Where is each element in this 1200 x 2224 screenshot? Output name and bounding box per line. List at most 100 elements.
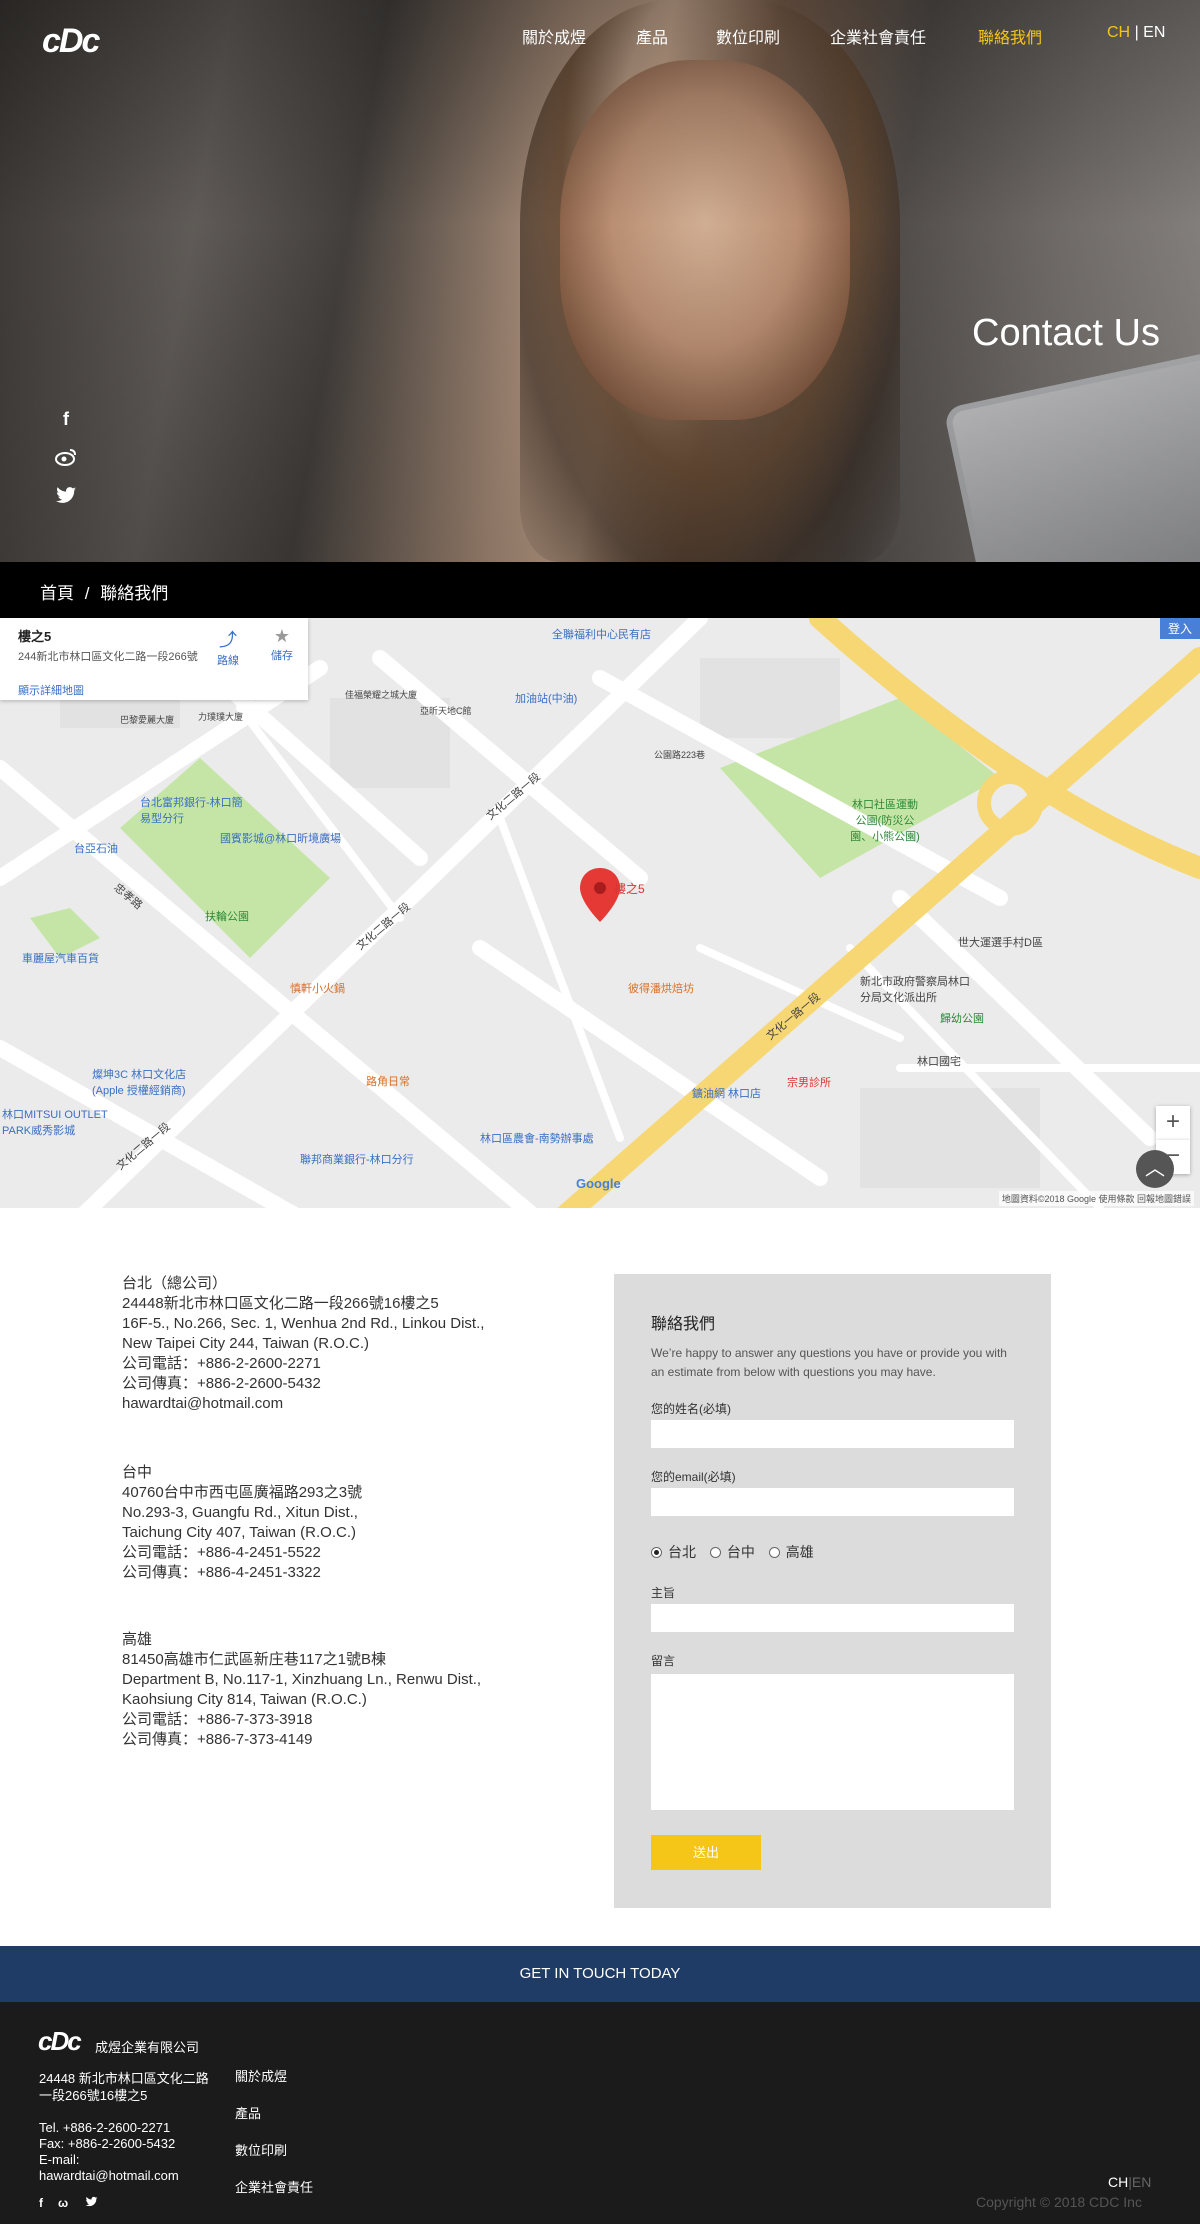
name-field[interactable] — [651, 1420, 1014, 1448]
page-title: Contact Us — [972, 312, 1160, 354]
office-taichung: 台中 40760台中市西屯區廣福路293之3號 No.293-3, Guangf… — [122, 1463, 362, 1583]
radio-option-taichung[interactable]: 台中 — [709, 1544, 755, 1560]
radio-option-taipei[interactable]: 台北 — [651, 1544, 696, 1560]
map-label: 彼得潘烘焙坊 — [628, 983, 694, 995]
directions-icon: ⤴ — [219, 630, 237, 650]
map-label: 林口區農會-南勢辦事處 — [480, 1133, 594, 1145]
submit-button[interactable]: 送出 — [651, 1835, 761, 1870]
radio-button[interactable] — [768, 1547, 780, 1558]
lang-ch[interactable]: CH — [1107, 24, 1130, 41]
map-place-title: 樓之5 — [18, 629, 52, 644]
weibo-icon[interactable]: ω — [58, 2196, 68, 2210]
map-larger-link[interactable]: 顯示詳細地圖 — [18, 682, 290, 698]
office-fax: 公司傳真：+886-2-2600-5432 — [122, 1375, 321, 1392]
map-login-button[interactable]: 登入 — [1159, 618, 1200, 639]
map-label: 國賓影城@林口昕境廣場 — [220, 833, 342, 845]
twitter-icon[interactable] — [55, 486, 77, 508]
radio-label: 台北 — [668, 1544, 696, 1560]
map-zoom-in-button[interactable]: + — [1156, 1106, 1190, 1140]
map-label: 宗男診所 — [787, 1077, 831, 1089]
office-phone: 公司電話：+886-2-2600-2271 — [122, 1355, 321, 1372]
map-attribution[interactable]: 地圖資料©2018 Google 使用條款 回報地圖錯誤 — [998, 1191, 1194, 1206]
map-directions-button[interactable]: ⤴ 路線 — [208, 626, 248, 668]
contact-form: 聯絡我們 We’re happy to answer any questions… — [614, 1274, 1051, 1908]
footer-email[interactable]: hawardtai@hotmail.com — [39, 2168, 209, 2184]
footer-logo[interactable]: cDc — [38, 2026, 82, 2057]
map-label: 扶輪公園 — [205, 911, 249, 923]
footer-fax: Fax: +886-2-2600-5432 — [39, 2136, 176, 2151]
lang-separator: | — [1134, 24, 1139, 41]
map-label: 歸幼公園 — [940, 1013, 984, 1025]
office-kaohsiung: 高雄 81450高雄市仁武區新庄巷117之1號B棟 Department B, … — [122, 1630, 481, 1750]
map-label: 加油站(中油) — [515, 693, 578, 705]
office-taipei: 台北（總公司） 24448新北市林口區文化二路一段266號16樓之5 16F-5… — [122, 1274, 484, 1414]
footer-nav-about[interactable]: 關於成煜 — [235, 2066, 287, 2085]
office-radio-group: 台北 台中 高雄 — [651, 1542, 824, 1562]
office-phone: 公司電話：+886-4-2451-5522 — [122, 1544, 321, 1561]
radio-option-kaohsiung[interactable]: 高雄 — [768, 1544, 814, 1560]
office-line: Department B, No.117-1, Xinzhuang Ln., R… — [122, 1671, 482, 1688]
office-phone: 公司電話：+886-7-373-3918 — [122, 1711, 313, 1728]
office-line: 40760台中市西屯區廣福路293之3號 — [122, 1484, 363, 1501]
subject-label: 主旨 — [651, 1586, 676, 1600]
breadcrumb-home[interactable]: 首頁 — [40, 584, 74, 603]
nav-item-about[interactable]: 關於成煜 — [522, 24, 586, 48]
main-nav: 關於成煜 產品 數位印刷 企業社會責任 聯絡我們 — [0, 24, 1200, 48]
star-icon: ★ — [273, 626, 291, 646]
map-place-address: 244新北市林口區文化二路一段266號 — [18, 651, 198, 663]
footer-lang-ch[interactable]: CH — [1108, 2174, 1128, 2190]
footer-nav-csr[interactable]: 企業社會責任 — [235, 2177, 313, 2196]
map-label: 台亞石油 — [74, 843, 118, 855]
nav-item-products[interactable]: 產品 — [636, 24, 668, 48]
radio-button[interactable] — [651, 1547, 662, 1558]
map-label: 亞昕天地C館 — [420, 706, 472, 716]
office-fax: 公司傳真：+886-7-373-4149 — [122, 1731, 313, 1748]
office-line: New Taipei City 244, Taiwan (R.O.C.) — [122, 1335, 370, 1352]
subject-field[interactable] — [651, 1604, 1014, 1632]
language-switch: CH | EN — [1107, 24, 1165, 42]
radio-button[interactable] — [709, 1547, 721, 1558]
scroll-top-button[interactable]: ︿ — [1136, 1150, 1174, 1188]
form-title: 聯絡我們 — [651, 1316, 716, 1333]
map-label: 力璞璞大廈 — [198, 712, 244, 722]
map-label: 公園路223巷 — [654, 750, 706, 760]
email-label: 您的email(必填) — [651, 1470, 736, 1484]
map-label: 林口國宅 — [917, 1056, 961, 1068]
map-label: 鑛油網 林口店 — [692, 1088, 762, 1100]
map-label: 佳福榮耀之城大廈 — [345, 690, 418, 700]
weibo-icon[interactable] — [55, 448, 77, 470]
hero-banner — [0, 0, 1200, 562]
message-field[interactable] — [651, 1674, 1014, 1810]
copyright: Copyright © 2018 CDC Inc — [976, 2194, 1142, 2210]
map-save-label: 儲存 — [271, 650, 293, 662]
facebook-icon[interactable]: f — [55, 408, 77, 430]
map-label: 全聯福利中心民有店 — [552, 629, 651, 641]
map-save-button[interactable]: ★ 儲存 — [262, 626, 302, 663]
email-field[interactable] — [651, 1488, 1014, 1516]
office-name: 台中 — [122, 1464, 153, 1481]
office-line: 24448新北市林口區文化二路一段266號16樓之5 — [122, 1295, 439, 1312]
footer-address: 24448 新北市林口區文化二路一段266號16樓之5 — [39, 2071, 209, 2103]
footer-lang-en[interactable]: EN — [1132, 2174, 1151, 2190]
get-in-touch-banner[interactable]: GET IN TOUCH TODAY — [0, 1946, 1200, 2002]
footer-nav-products[interactable]: 產品 — [235, 2103, 261, 2122]
nav-item-digital-printing[interactable]: 數位印刷 — [716, 24, 780, 48]
map-directions-label: 路線 — [217, 655, 239, 667]
nav-item-csr[interactable]: 企業社會責任 — [830, 24, 926, 48]
google-map[interactable]: 全聯福利中心民有店 林口社區運動公園(防災公園、小熊公園) 扶輪公園 國賓影城@… — [0, 618, 1200, 1208]
chevron-up-icon: ︿ — [1145, 1158, 1165, 1180]
office-email[interactable]: hawardtai@hotmail.com — [122, 1394, 484, 1414]
facebook-icon[interactable]: f — [39, 2196, 43, 2210]
map-label: 台北富邦銀行-林口簡易型分行 — [140, 797, 243, 825]
nav-item-contact[interactable]: 聯絡我們 — [978, 24, 1042, 48]
office-fax: 公司傳真：+886-4-2451-3322 — [122, 1564, 321, 1581]
footer-nav-digital-printing[interactable]: 數位印刷 — [235, 2140, 287, 2159]
breadcrumb: 首頁 / 聯絡我們 — [0, 562, 1200, 618]
office-name: 台北（總公司） — [122, 1275, 228, 1292]
google-logo: Google — [576, 1176, 621, 1191]
twitter-icon[interactable] — [85, 2196, 98, 2210]
lang-en[interactable]: EN — [1143, 24, 1165, 41]
map-label: 燦坤3C 林口文化店(Apple 授權經銷商) — [92, 1069, 187, 1097]
footer-tel: Tel. +886-2-2600-2271 — [39, 2120, 171, 2135]
radio-label: 高雄 — [785, 1544, 814, 1560]
